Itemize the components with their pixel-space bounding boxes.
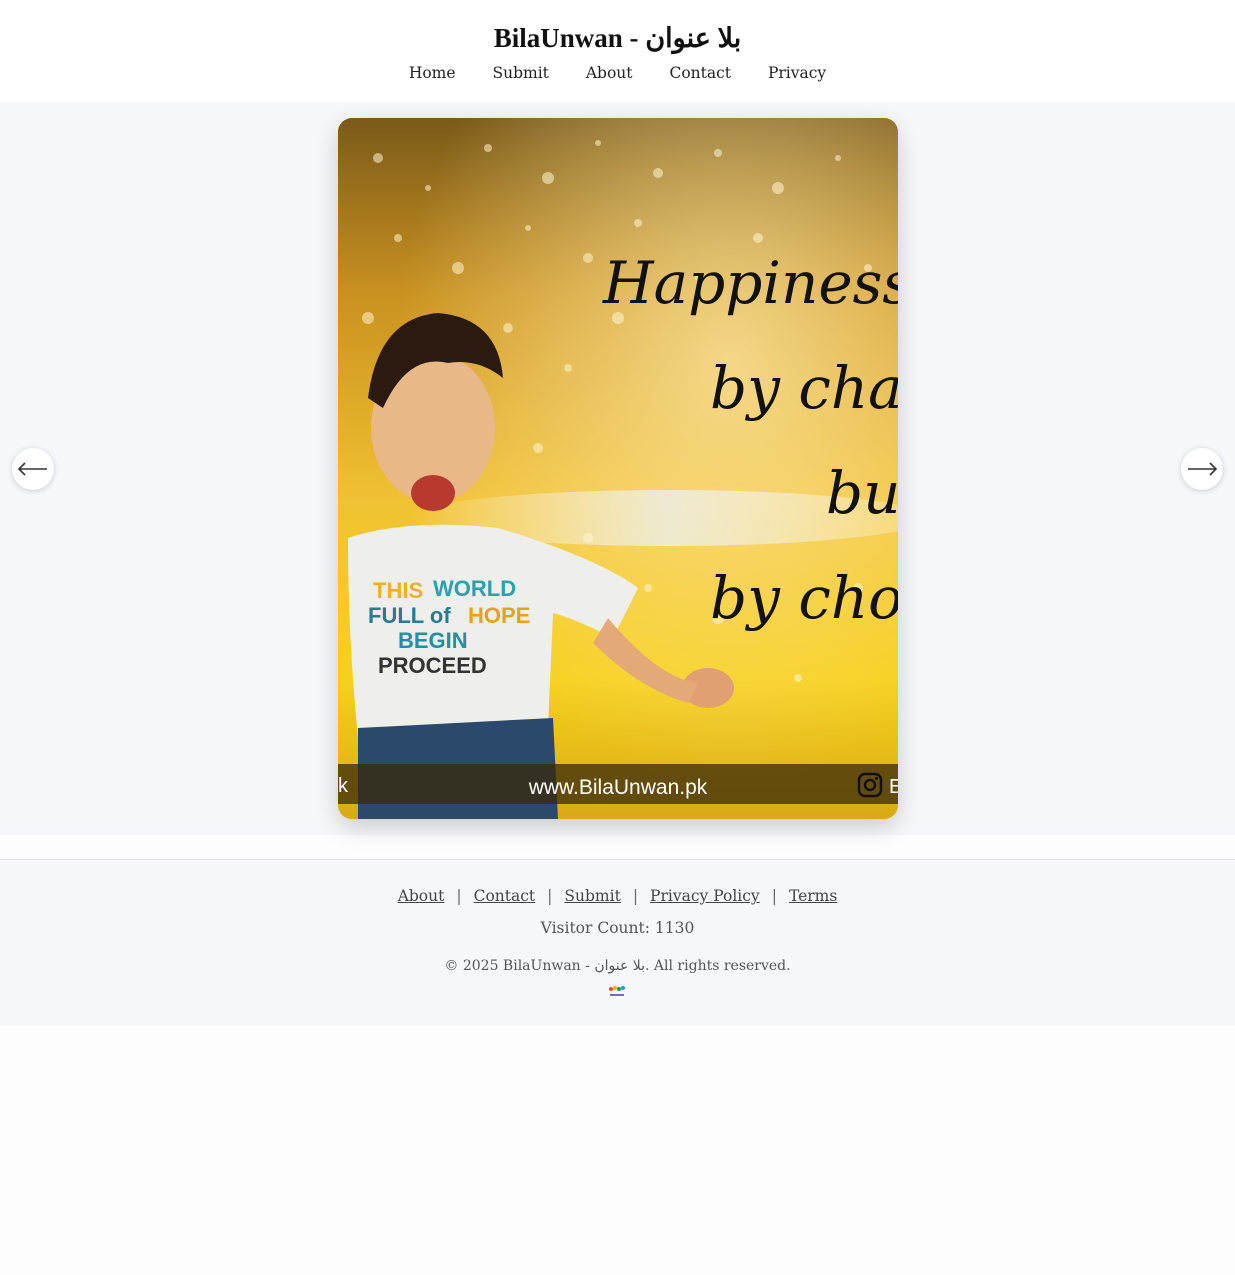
site-footer: About | Contact | Submit | Privacy Policy | Term… [0,859,1235,1026]
nav-submit[interactable]: Submit [492,62,548,84]
footer-link-about[interactable]: About [398,887,445,905]
slide-picture: THIS WORLD FULL of HOPE BEGIN PROCEED Ha… [338,118,898,819]
footer-links: About | Contact | Submit | Privacy Policy | Term… [0,885,1235,907]
svg-text:PROCEED: PROCEED [378,653,487,678]
image-slider: THIS WORLD FULL of HOPE BEGIN PROCEED Ha… [0,102,1235,835]
slide-image[interactable]: THIS WORLD FULL of HOPE BEGIN PROCEED Ha… [338,118,898,819]
watermark-url: www.BilaUnwan.pk [528,776,708,799]
slide-text-line-1: Happiness is [602,249,898,317]
site-title[interactable]: BilaUnwan - بلا عنوان [0,20,1235,56]
nav-privacy[interactable]: Privacy [768,62,826,84]
svg-text:WORLD: WORLD [433,576,516,601]
visitor-count: Visitor Count: 1130 [540,919,695,937]
footer-separator: | [547,887,553,905]
copyright-text: © 2025 BilaUnwan - بلا عنوان. All rights… [444,958,791,974]
svg-text:HOPE: HOPE [468,603,530,628]
footer-link-privacy-policy[interactable]: Privacy Policy [650,887,760,905]
next-slide-button[interactable] [1181,448,1223,490]
slide-text-line-3: but [826,459,898,527]
footer-logo [609,986,625,996]
nav-home[interactable]: Home [409,62,456,84]
watermark-right-text: E [889,776,898,798]
footer-link-submit[interactable]: Submit [564,887,620,905]
arrow-left-icon [17,462,47,476]
footer-separator: | [771,887,777,905]
footer-separator: | [456,887,462,905]
svg-text:THIS: THIS [373,578,423,603]
slide-text-line-2: by chanc [710,354,898,422]
watermark-left-text: k [338,775,349,797]
svg-text:FULL of: FULL of [368,603,451,628]
site-header: BilaUnwan - بلا عنوان Home Submit About … [0,0,1235,102]
arrow-right-icon [1188,462,1218,476]
footer-separator: | [632,887,639,905]
footer-link-terms[interactable]: Terms [789,887,837,905]
slide-text-line-4: by choic [710,564,898,632]
footer-link-contact[interactable]: Contact [474,887,536,905]
nav-about[interactable]: About [586,62,633,84]
svg-text:BEGIN: BEGIN [398,628,468,653]
main-nav: Home Submit About Contact Privacy [0,62,1235,84]
prev-slide-button[interactable] [12,448,54,490]
nav-contact[interactable]: Contact [669,62,731,84]
